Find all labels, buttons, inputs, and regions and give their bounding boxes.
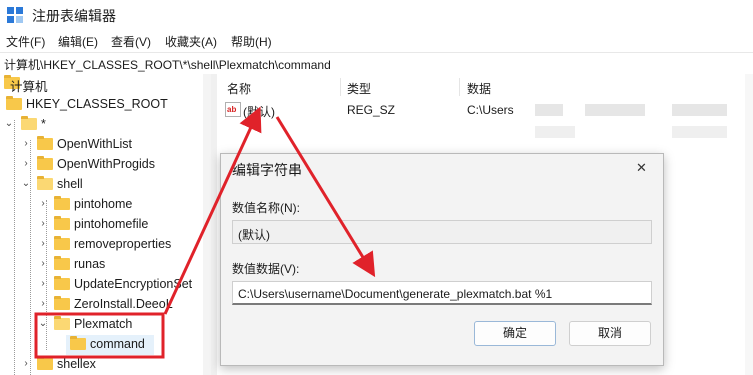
menu-file[interactable]: 文件(F) bbox=[6, 33, 45, 50]
close-icon[interactable]: ✕ bbox=[636, 160, 647, 176]
tree-item[interactable]: › pintohomefile bbox=[0, 215, 211, 235]
tree-item[interactable]: › ZeroInstall.DeeoL bbox=[0, 295, 211, 315]
chevron-down-icon[interactable]: ⌄ bbox=[38, 319, 48, 329]
chevron-right-icon[interactable]: › bbox=[21, 359, 31, 369]
folder-icon bbox=[70, 336, 86, 350]
string-value-icon: ab bbox=[225, 102, 241, 117]
tree-label: command bbox=[90, 337, 145, 351]
column-divider[interactable] bbox=[459, 78, 460, 96]
tree-label: ZeroInstall.DeeoL bbox=[74, 297, 173, 311]
folder-open-icon bbox=[54, 316, 70, 330]
folder-open-icon bbox=[21, 116, 37, 130]
menu-view[interactable]: 查看(V) bbox=[111, 33, 151, 50]
tree-label: runas bbox=[74, 257, 106, 271]
tree-label: 计算机 bbox=[10, 80, 48, 94]
column-divider[interactable] bbox=[340, 78, 341, 96]
chevron-right-icon[interactable]: › bbox=[38, 239, 48, 249]
tree-label: HKEY_CLASSES_ROOT bbox=[26, 97, 168, 111]
tree-item[interactable]: › OpenWithList bbox=[0, 135, 211, 155]
tree-label: shell bbox=[57, 177, 83, 191]
tree-pane: 计算机 HKEY_CLASSES_ROOT ⌄ * › OpenWithList… bbox=[0, 74, 211, 375]
tree-item[interactable]: › removeproperties bbox=[0, 235, 211, 255]
value-data: C:\Users bbox=[467, 103, 514, 117]
tree-scrollbar[interactable] bbox=[203, 74, 211, 375]
menu-favorites[interactable]: 收藏夹(A) bbox=[165, 33, 217, 50]
string-value-icon-text: ab bbox=[227, 105, 236, 114]
column-header-data[interactable]: 数据 bbox=[467, 80, 491, 97]
folder-open-icon bbox=[37, 176, 53, 190]
menu-bar: 文件(F) 编辑(E) 查看(V) 收藏夹(A) 帮助(H) bbox=[0, 31, 753, 51]
redacted-block bbox=[585, 104, 645, 116]
list-scrollbar[interactable] bbox=[745, 74, 753, 375]
list-row[interactable]: ab (默认) REG_SZ C:\Users bbox=[217, 100, 745, 120]
redacted-block bbox=[672, 126, 727, 138]
redacted-block bbox=[535, 126, 575, 138]
title-bar: 注册表编辑器 bbox=[0, 0, 753, 31]
edit-string-dialog: 编辑字符串 ✕ 数值名称(N): (默认) 数值数据(V): C:\Users\… bbox=[220, 153, 664, 366]
address-path[interactable]: 计算机\HKEY_CLASSES_ROOT\*\shell\Plexmatch\… bbox=[4, 56, 331, 73]
address-bar[interactable]: 计算机\HKEY_CLASSES_ROOT\*\shell\Plexmatch\… bbox=[0, 52, 753, 75]
chevron-right-icon[interactable]: › bbox=[38, 259, 48, 269]
tree-label: OpenWithProgids bbox=[57, 157, 155, 171]
value-name: (默认) bbox=[243, 105, 275, 119]
folder-icon bbox=[54, 216, 70, 230]
chevron-right-icon[interactable]: › bbox=[38, 199, 48, 209]
tree-item-command-selected[interactable]: command bbox=[66, 335, 154, 355]
tree-label: UpdateEncryptionSet bbox=[74, 277, 193, 291]
window-title: 注册表编辑器 bbox=[32, 8, 116, 24]
dialog-title: 编辑字符串 bbox=[232, 162, 302, 178]
tree-item-shell[interactable]: ⌄ shell bbox=[0, 175, 211, 195]
tree-item[interactable]: › OpenWithProgids bbox=[0, 155, 211, 175]
tree-label: OpenWithList bbox=[57, 137, 133, 151]
tree-label: pintohome bbox=[74, 197, 133, 211]
value-data-label: 数值数据(V): bbox=[232, 262, 300, 276]
chevron-right-icon[interactable]: › bbox=[38, 299, 48, 309]
redacted-block bbox=[672, 104, 727, 116]
chevron-right-icon[interactable]: › bbox=[38, 219, 48, 229]
menu-edit[interactable]: 编辑(E) bbox=[58, 33, 98, 50]
chevron-down-icon[interactable]: ⌄ bbox=[4, 119, 14, 129]
chevron-down-icon[interactable]: ⌄ bbox=[21, 179, 31, 189]
value-name-field: (默认) bbox=[232, 220, 652, 244]
tree-item-plexmatch[interactable]: ⌄ Plexmatch bbox=[0, 315, 211, 335]
tree-label: pintohomefile bbox=[74, 217, 149, 231]
column-header-name[interactable]: 名称 bbox=[227, 80, 251, 97]
ok-button[interactable]: 确定 bbox=[474, 321, 556, 346]
chevron-right-icon[interactable]: › bbox=[38, 279, 48, 289]
tree-item[interactable]: › runas bbox=[0, 255, 211, 275]
tree-label: Plexmatch bbox=[74, 317, 133, 331]
tree-item[interactable]: › pintohome bbox=[0, 195, 211, 215]
value-data-input[interactable]: C:\Users\username\Document\generate_plex… bbox=[232, 281, 652, 305]
menu-help[interactable]: 帮助(H) bbox=[231, 33, 272, 50]
folder-icon bbox=[37, 356, 53, 370]
regedit-icon bbox=[7, 7, 23, 23]
column-header-type[interactable]: 类型 bbox=[347, 80, 371, 97]
tree-label: * bbox=[41, 117, 46, 131]
tree-item-computer[interactable]: 计算机 bbox=[0, 74, 211, 94]
folder-icon bbox=[54, 256, 70, 270]
tree-item[interactable]: › shellex bbox=[0, 355, 211, 375]
value-name-label: 数值名称(N): bbox=[232, 201, 300, 215]
chevron-right-icon[interactable]: › bbox=[21, 159, 31, 169]
tree-item-hkcr[interactable]: HKEY_CLASSES_ROOT bbox=[0, 95, 211, 115]
folder-icon bbox=[6, 96, 22, 110]
tree-label: shellex bbox=[57, 357, 96, 371]
redacted-block bbox=[535, 104, 563, 116]
folder-icon bbox=[54, 236, 70, 250]
folder-icon bbox=[54, 196, 70, 210]
chevron-right-icon[interactable]: › bbox=[21, 139, 31, 149]
tree-item-star[interactable]: ⌄ * bbox=[0, 115, 211, 135]
folder-icon bbox=[54, 276, 70, 290]
value-type: REG_SZ bbox=[347, 103, 396, 117]
folder-icon bbox=[54, 296, 70, 310]
tree-item[interactable]: › UpdateEncryptionSet bbox=[0, 275, 211, 295]
tree-label: removeproperties bbox=[74, 237, 172, 251]
cancel-button[interactable]: 取消 bbox=[569, 321, 651, 346]
folder-icon bbox=[37, 136, 53, 150]
folder-icon bbox=[37, 156, 53, 170]
